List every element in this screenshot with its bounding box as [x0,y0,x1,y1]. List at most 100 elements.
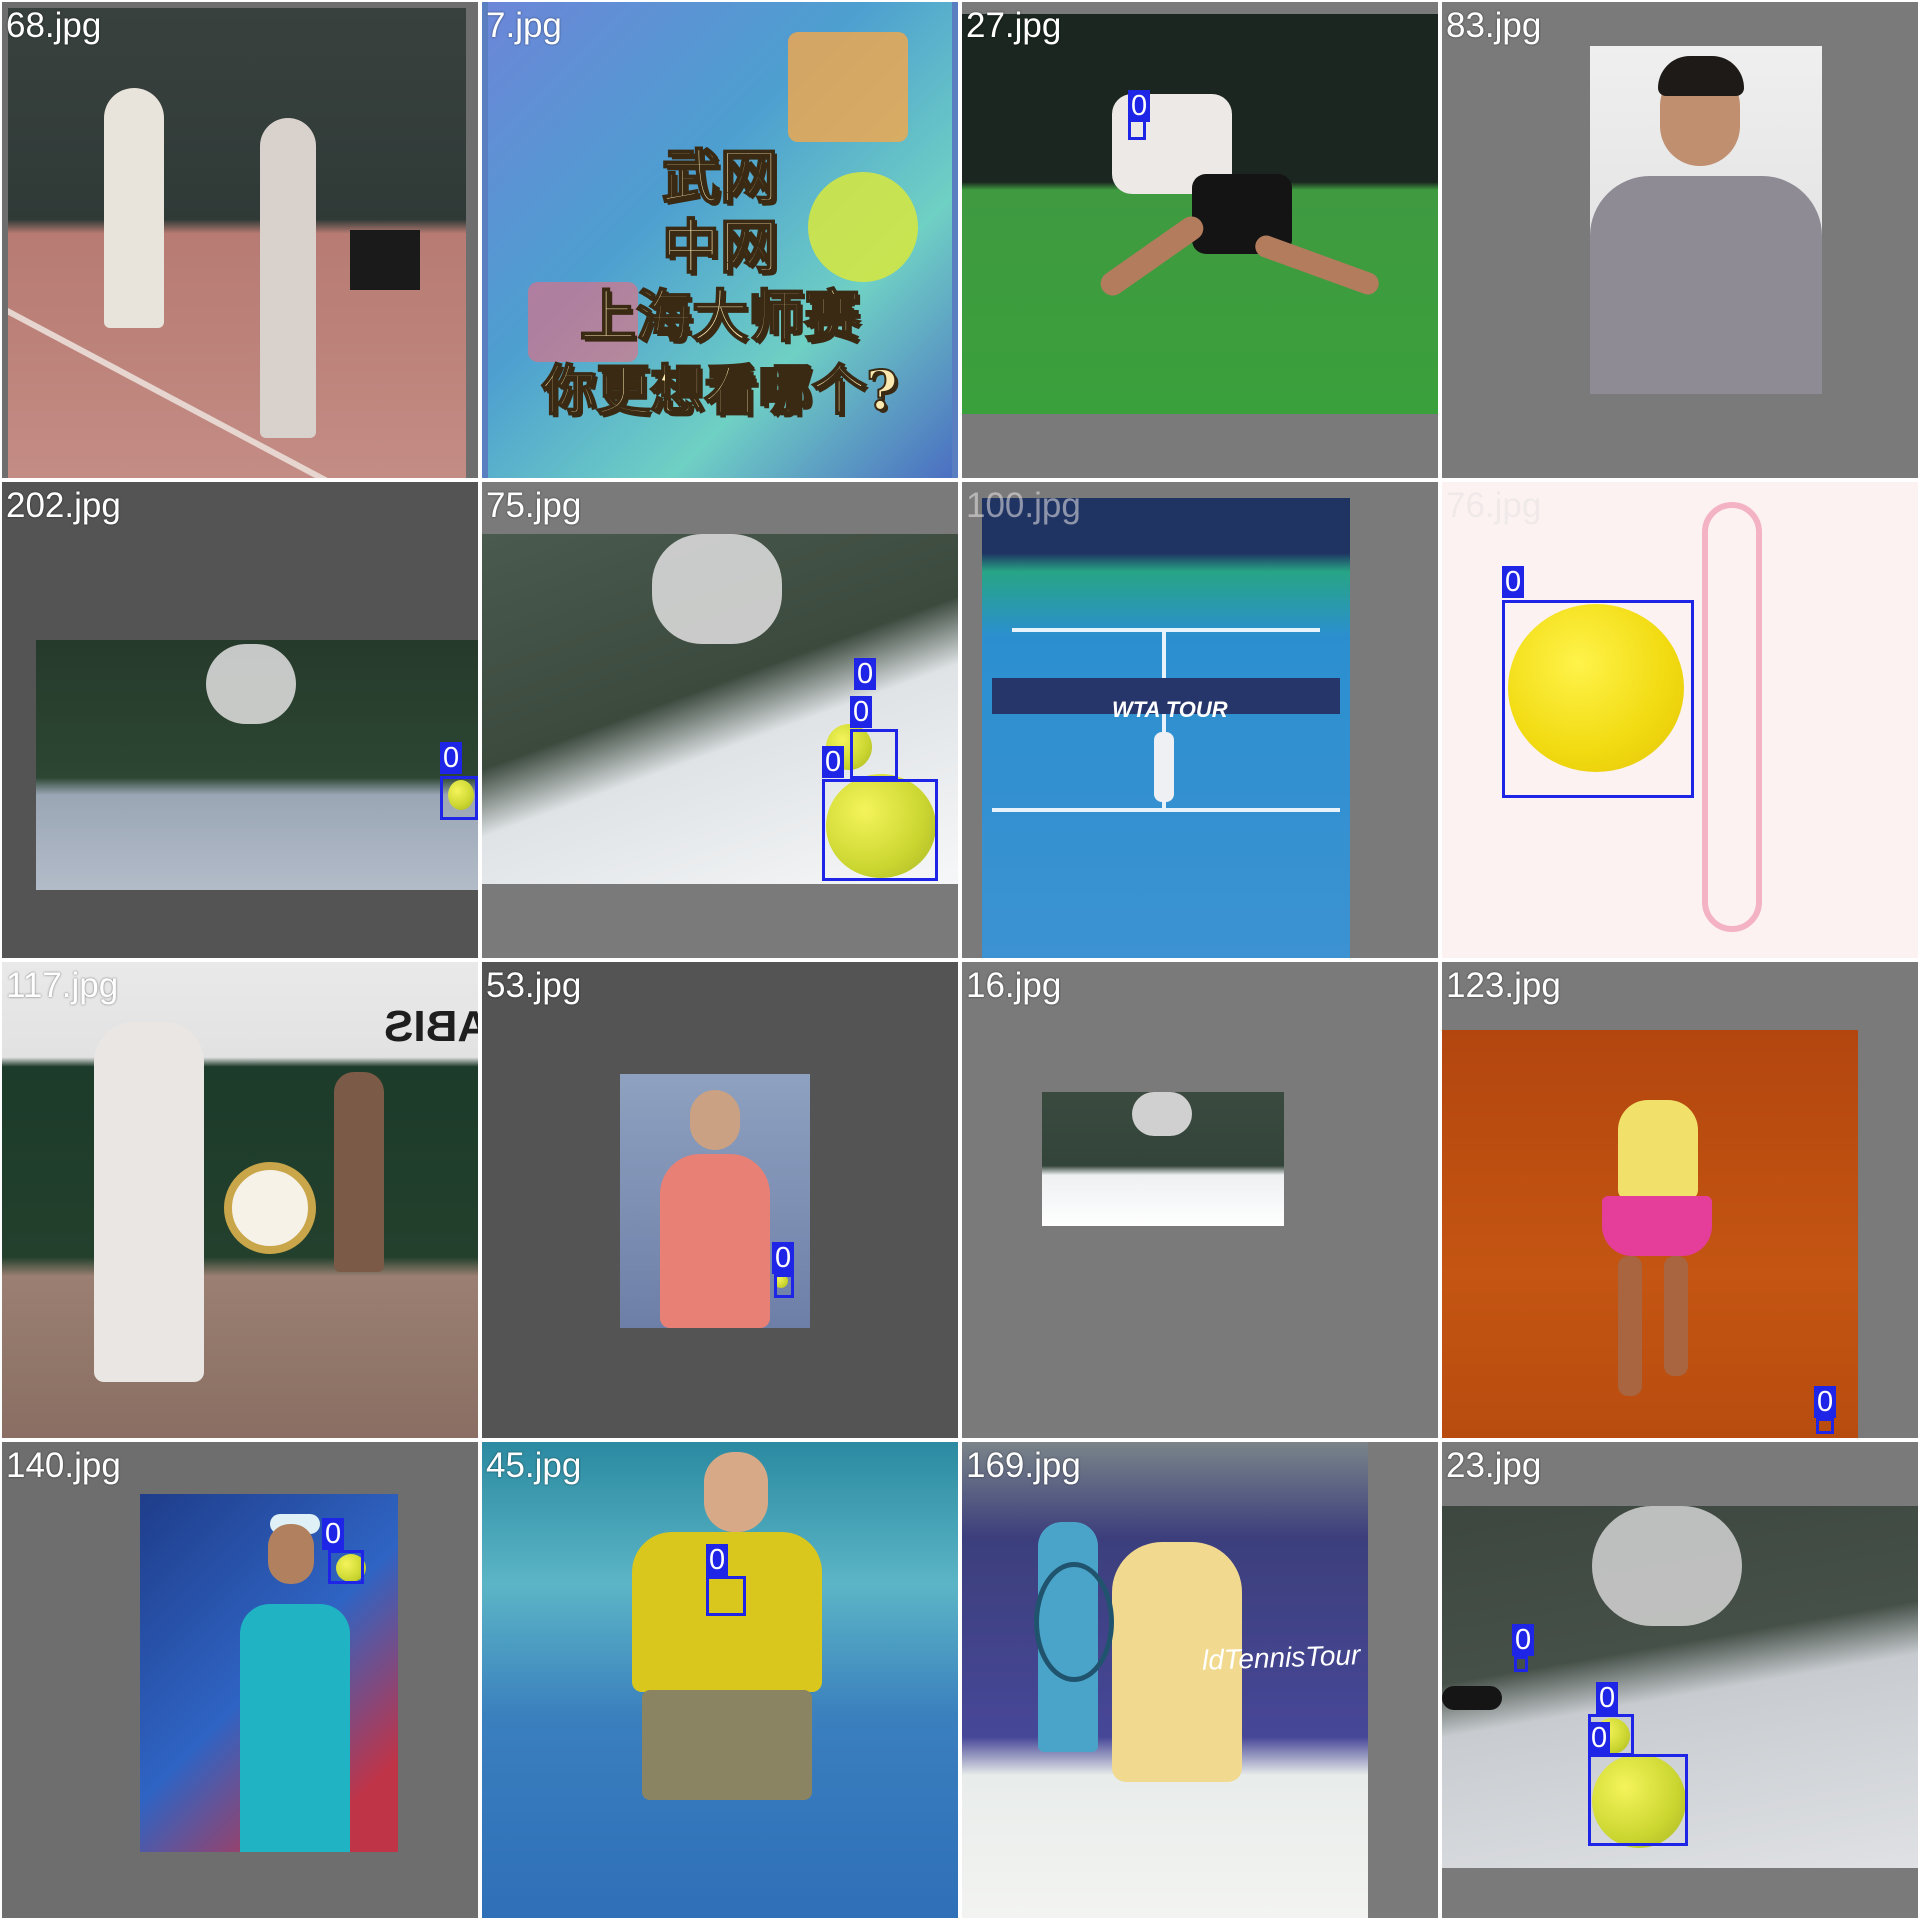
tile-filename: 83.jpg [1446,6,1542,45]
detection-label: 0 [1128,90,1151,122]
tile-123[interactable]: 0 123.jpg [1442,962,1918,1438]
logo-sign [652,534,782,644]
player-leg [1252,232,1382,298]
player-leg [1095,211,1209,301]
detection-label: 0 [1596,1682,1619,1714]
player-figure [260,118,316,438]
tile-16[interactable]: 16.jpg [962,962,1438,1438]
tile-filename: 68.jpg [6,6,102,45]
detection-label: 0 [706,1544,729,1576]
player-leg [1664,1256,1688,1376]
court-line [8,308,466,478]
logo-sign [1132,1092,1192,1136]
player-skirt [1602,1196,1712,1256]
tile-7[interactable]: 武网 中网 上海大师赛 你更想看哪个? 7.jpg [482,2,958,478]
tile-202[interactable]: 0 202.jpg [2,482,478,958]
detection-box[interactable] [440,776,478,820]
tile-image [962,1442,1368,1918]
tile-68[interactable]: 68.jpg [2,2,478,478]
detection-label: 0 [440,742,463,774]
detection-box[interactable] [1816,1418,1834,1434]
player-top [1618,1100,1698,1200]
tile-filename: 76.jpg [1446,486,1542,525]
detection-label: 0 [1814,1386,1837,1418]
detection-label: 0 [850,696,873,728]
clock [224,1162,316,1254]
tile-100[interactable]: WTA TOUR 100.jpg [962,482,1438,958]
player-shorts [642,1690,812,1800]
tile-image [1042,1092,1284,1226]
tile-filename: 202.jpg [6,486,121,525]
tile-140[interactable]: 0 140.jpg [2,1442,478,1918]
sponsor-banner: ABIS [384,1002,478,1051]
tile-image [962,14,1438,414]
tile-image [36,640,478,890]
player-racket [1034,1562,1114,1682]
detection-label: 0 [772,1242,795,1274]
player-figure [94,1022,204,1382]
player-shirt [1590,176,1822,394]
tile-23[interactable]: 0 0 0 23.jpg [1442,1442,1918,1918]
detection-box[interactable] [822,779,938,881]
detection-box[interactable] [706,1576,746,1616]
player-figure [1154,732,1174,802]
tile-27[interactable]: 0 27.jpg [962,2,1438,478]
tile-filename: 169.jpg [966,1446,1081,1485]
tile-image [140,1494,398,1852]
net-banner: WTA TOUR [1112,697,1228,722]
overlay-title-line: 你更想看哪个? [541,357,899,423]
tile-image [982,498,1350,958]
tile-filename: 53.jpg [486,966,582,1005]
tile-image [1442,1030,1858,1438]
detection-label: 0 [854,658,877,690]
tile-filename: 123.jpg [1446,966,1561,1005]
detection-box[interactable] [1514,1656,1528,1672]
detection-box[interactable] [774,1274,794,1298]
player-head [268,1524,314,1584]
tile-image [482,1442,958,1918]
player-head [690,1090,740,1150]
tile-image [8,8,466,478]
sponsor-banner: ldTennisTour [1201,1639,1361,1676]
shoe [1442,1686,1502,1710]
detection-label: 0 [1588,1722,1611,1754]
tile-117[interactable]: ABIS 117.jpg [2,962,478,1438]
player-shirt [240,1604,350,1852]
tile-filename: 140.jpg [6,1446,121,1485]
detection-box[interactable] [328,1550,364,1584]
line-judge [334,1072,384,1272]
court-line [1012,628,1320,632]
detection-box[interactable] [850,729,898,779]
detection-label: 0 [1512,1624,1535,1656]
tile-filename: 7.jpg [486,6,562,45]
player-head [704,1452,768,1532]
ball-cart [350,230,420,290]
tile-53[interactable]: 0 53.jpg [482,962,958,1438]
detection-label: 0 [822,746,845,778]
blur-block [788,32,908,142]
player-figure [104,88,164,328]
tile-169[interactable]: ldTennisTour 169.jpg [962,1442,1438,1918]
tile-45[interactable]: 0 45.jpg [482,1442,958,1918]
overlay-title-line: 上海大师赛 [579,283,861,351]
tile-image [1590,46,1822,394]
player-hair [1658,56,1744,96]
detection-box[interactable] [1588,1754,1688,1846]
tile-filename: 16.jpg [966,966,1062,1005]
image-mosaic-grid: 68.jpg 武网 中网 上海大师赛 你更想看哪个? 7.jpg 0 27.jp… [0,0,1920,1920]
detection-label: 0 [1502,566,1525,598]
tile-filename: 75.jpg [486,486,582,525]
tile-83[interactable]: 83.jpg [1442,2,1918,478]
tile-filename: 100.jpg [966,486,1081,525]
logo-sign [1592,1506,1742,1626]
keychain-strap [1702,502,1762,932]
detection-label: 0 [322,1518,345,1550]
player-leg [1618,1256,1642,1396]
tile-filename: 117.jpg [6,966,119,1005]
tile-filename: 23.jpg [1446,1446,1542,1485]
tile-76[interactable]: 0 76.jpg [1442,482,1918,958]
tile-filename: 45.jpg [486,1446,582,1485]
logo-sign [206,644,296,724]
tile-75[interactable]: 0 0 0 75.jpg [482,482,958,958]
detection-box[interactable] [1502,600,1694,798]
